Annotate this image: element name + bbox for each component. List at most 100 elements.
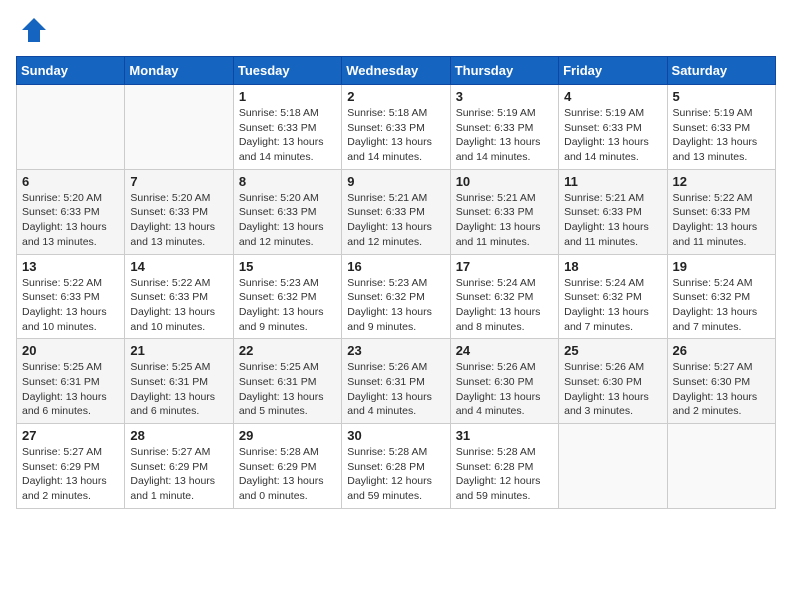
day-number: 29 [239, 428, 336, 443]
calendar-cell: 11 Sunrise: 5:21 AM Sunset: 6:33 PM Dayli… [559, 169, 667, 254]
day-number: 27 [22, 428, 119, 443]
logo-icon [20, 16, 48, 44]
calendar-cell: 31 Sunrise: 5:28 AM Sunset: 6:28 PM Dayli… [450, 424, 558, 509]
day-number: 19 [673, 259, 770, 274]
day-number: 9 [347, 174, 444, 189]
calendar-cell: 28 Sunrise: 5:27 AM Sunset: 6:29 PM Dayli… [125, 424, 233, 509]
day-info: Sunrise: 5:25 AM Sunset: 6:31 PM Dayligh… [239, 360, 336, 419]
calendar-cell: 14 Sunrise: 5:22 AM Sunset: 6:33 PM Dayli… [125, 254, 233, 339]
day-number: 8 [239, 174, 336, 189]
day-info: Sunrise: 5:23 AM Sunset: 6:32 PM Dayligh… [347, 276, 444, 335]
day-number: 26 [673, 343, 770, 358]
calendar-cell: 17Sunrise: 5:24 AM Sunset: 6:32 PM Dayli… [450, 254, 558, 339]
weekday-header-tuesday: Tuesday [233, 57, 341, 85]
day-number: 28 [130, 428, 227, 443]
day-number: 18 [564, 259, 661, 274]
day-number: 1 [239, 89, 336, 104]
calendar-cell: 6 Sunrise: 5:20 AM Sunset: 6:33 PM Daylig… [17, 169, 125, 254]
calendar-cell: 30 Sunrise: 5:28 AM Sunset: 6:28 PM Dayli… [342, 424, 450, 509]
calendar-cell: 20 Sunrise: 5:25 AM Sunset: 6:31 PM Dayli… [17, 339, 125, 424]
weekday-header-wednesday: Wednesday [342, 57, 450, 85]
calendar-cell: 27 Sunrise: 5:27 AM Sunset: 6:29 PM Dayli… [17, 424, 125, 509]
day-info: Sunrise: 5:28 AM Sunset: 6:29 PM Dayligh… [239, 445, 336, 504]
calendar-cell [125, 85, 233, 170]
calendar-cell: 29 Sunrise: 5:28 AM Sunset: 6:29 PM Dayli… [233, 424, 341, 509]
day-info: Sunrise: 5:20 AM Sunset: 6:33 PM Dayligh… [22, 191, 119, 250]
calendar-cell: 25 Sunrise: 5:26 AM Sunset: 6:30 PM Dayli… [559, 339, 667, 424]
day-info: Sunrise: 5:28 AM Sunset: 6:28 PM Dayligh… [456, 445, 553, 504]
day-info: Sunrise: 5:20 AM Sunset: 6:33 PM Dayligh… [239, 191, 336, 250]
day-number: 25 [564, 343, 661, 358]
day-number: 16 [347, 259, 444, 274]
page-header [16, 16, 776, 44]
day-number: 2 [347, 89, 444, 104]
day-number: 22 [239, 343, 336, 358]
day-info: Sunrise: 5:20 AM Sunset: 6:33 PM Dayligh… [130, 191, 227, 250]
calendar-cell [17, 85, 125, 170]
calendar-cell: 5 Sunrise: 5:19 AM Sunset: 6:33 PM Daylig… [667, 85, 775, 170]
day-info: Sunrise: 5:23 AM Sunset: 6:32 PM Dayligh… [239, 276, 336, 335]
calendar-cell: 16 Sunrise: 5:23 AM Sunset: 6:32 PM Dayli… [342, 254, 450, 339]
calendar-week-row: 13 Sunrise: 5:22 AM Sunset: 6:33 PM Dayli… [17, 254, 776, 339]
weekday-header-thursday: Thursday [450, 57, 558, 85]
day-number: 5 [673, 89, 770, 104]
day-number: 7 [130, 174, 227, 189]
day-number: 30 [347, 428, 444, 443]
calendar-week-row: 20 Sunrise: 5:25 AM Sunset: 6:31 PM Dayli… [17, 339, 776, 424]
logo [16, 16, 48, 44]
day-number: 20 [22, 343, 119, 358]
day-number: 31 [456, 428, 553, 443]
day-info: Sunrise: 5:19 AM Sunset: 6:33 PM Dayligh… [564, 106, 661, 165]
day-info: Sunrise: 5:27 AM Sunset: 6:30 PM Dayligh… [673, 360, 770, 419]
calendar-cell: 23 Sunrise: 5:26 AM Sunset: 6:31 PM Dayli… [342, 339, 450, 424]
day-info: Sunrise: 5:24 AM Sunset: 6:32 PM Dayligh… [456, 276, 553, 335]
calendar-cell: 7 Sunrise: 5:20 AM Sunset: 6:33 PM Daylig… [125, 169, 233, 254]
day-number: 23 [347, 343, 444, 358]
day-info: Sunrise: 5:26 AM Sunset: 6:30 PM Dayligh… [564, 360, 661, 419]
weekday-header-sunday: Sunday [17, 57, 125, 85]
day-info: Sunrise: 5:22 AM Sunset: 6:33 PM Dayligh… [130, 276, 227, 335]
day-number: 6 [22, 174, 119, 189]
day-number: 21 [130, 343, 227, 358]
day-info: Sunrise: 5:21 AM Sunset: 6:33 PM Dayligh… [564, 191, 661, 250]
calendar-week-row: 1 Sunrise: 5:18 AM Sunset: 6:33 PM Daylig… [17, 85, 776, 170]
calendar-cell: 21 Sunrise: 5:25 AM Sunset: 6:31 PM Dayli… [125, 339, 233, 424]
day-info: Sunrise: 5:24 AM Sunset: 6:32 PM Dayligh… [564, 276, 661, 335]
calendar-cell: 10Sunrise: 5:21 AM Sunset: 6:33 PM Dayli… [450, 169, 558, 254]
day-info: Sunrise: 5:25 AM Sunset: 6:31 PM Dayligh… [130, 360, 227, 419]
day-number: 11 [564, 174, 661, 189]
calendar-cell: 8 Sunrise: 5:20 AM Sunset: 6:33 PM Daylig… [233, 169, 341, 254]
day-number: 13 [22, 259, 119, 274]
calendar-cell [559, 424, 667, 509]
calendar-cell: 18 Sunrise: 5:24 AM Sunset: 6:32 PM Dayli… [559, 254, 667, 339]
calendar-cell: 13 Sunrise: 5:22 AM Sunset: 6:33 PM Dayli… [17, 254, 125, 339]
weekday-header-friday: Friday [559, 57, 667, 85]
weekday-header-monday: Monday [125, 57, 233, 85]
calendar-cell: 12 Sunrise: 5:22 AM Sunset: 6:33 PM Dayli… [667, 169, 775, 254]
day-info: Sunrise: 5:26 AM Sunset: 6:31 PM Dayligh… [347, 360, 444, 419]
day-info: Sunrise: 5:28 AM Sunset: 6:28 PM Dayligh… [347, 445, 444, 504]
calendar-cell [667, 424, 775, 509]
day-number: 10 [456, 174, 553, 189]
day-info: Sunrise: 5:24 AM Sunset: 6:32 PM Dayligh… [673, 276, 770, 335]
calendar-cell: 3Sunrise: 5:19 AM Sunset: 6:33 PM Daylig… [450, 85, 558, 170]
weekday-header-row: SundayMondayTuesdayWednesdayThursdayFrid… [17, 57, 776, 85]
day-info: Sunrise: 5:27 AM Sunset: 6:29 PM Dayligh… [130, 445, 227, 504]
calendar-cell: 19 Sunrise: 5:24 AM Sunset: 6:32 PM Dayli… [667, 254, 775, 339]
day-info: Sunrise: 5:25 AM Sunset: 6:31 PM Dayligh… [22, 360, 119, 419]
calendar-cell: 15 Sunrise: 5:23 AM Sunset: 6:32 PM Dayli… [233, 254, 341, 339]
day-number: 24 [456, 343, 553, 358]
day-number: 14 [130, 259, 227, 274]
day-number: 12 [673, 174, 770, 189]
day-info: Sunrise: 5:18 AM Sunset: 6:33 PM Dayligh… [347, 106, 444, 165]
day-info: Sunrise: 5:19 AM Sunset: 6:33 PM Dayligh… [673, 106, 770, 165]
calendar-cell: 26 Sunrise: 5:27 AM Sunset: 6:30 PM Dayli… [667, 339, 775, 424]
calendar-cell: 1Sunrise: 5:18 AM Sunset: 6:33 PM Daylig… [233, 85, 341, 170]
day-info: Sunrise: 5:27 AM Sunset: 6:29 PM Dayligh… [22, 445, 119, 504]
day-info: Sunrise: 5:22 AM Sunset: 6:33 PM Dayligh… [22, 276, 119, 335]
calendar-cell: 2 Sunrise: 5:18 AM Sunset: 6:33 PM Daylig… [342, 85, 450, 170]
calendar-cell: 24Sunrise: 5:26 AM Sunset: 6:30 PM Dayli… [450, 339, 558, 424]
calendar-week-row: 27 Sunrise: 5:27 AM Sunset: 6:29 PM Dayli… [17, 424, 776, 509]
day-info: Sunrise: 5:22 AM Sunset: 6:33 PM Dayligh… [673, 191, 770, 250]
day-number: 15 [239, 259, 336, 274]
